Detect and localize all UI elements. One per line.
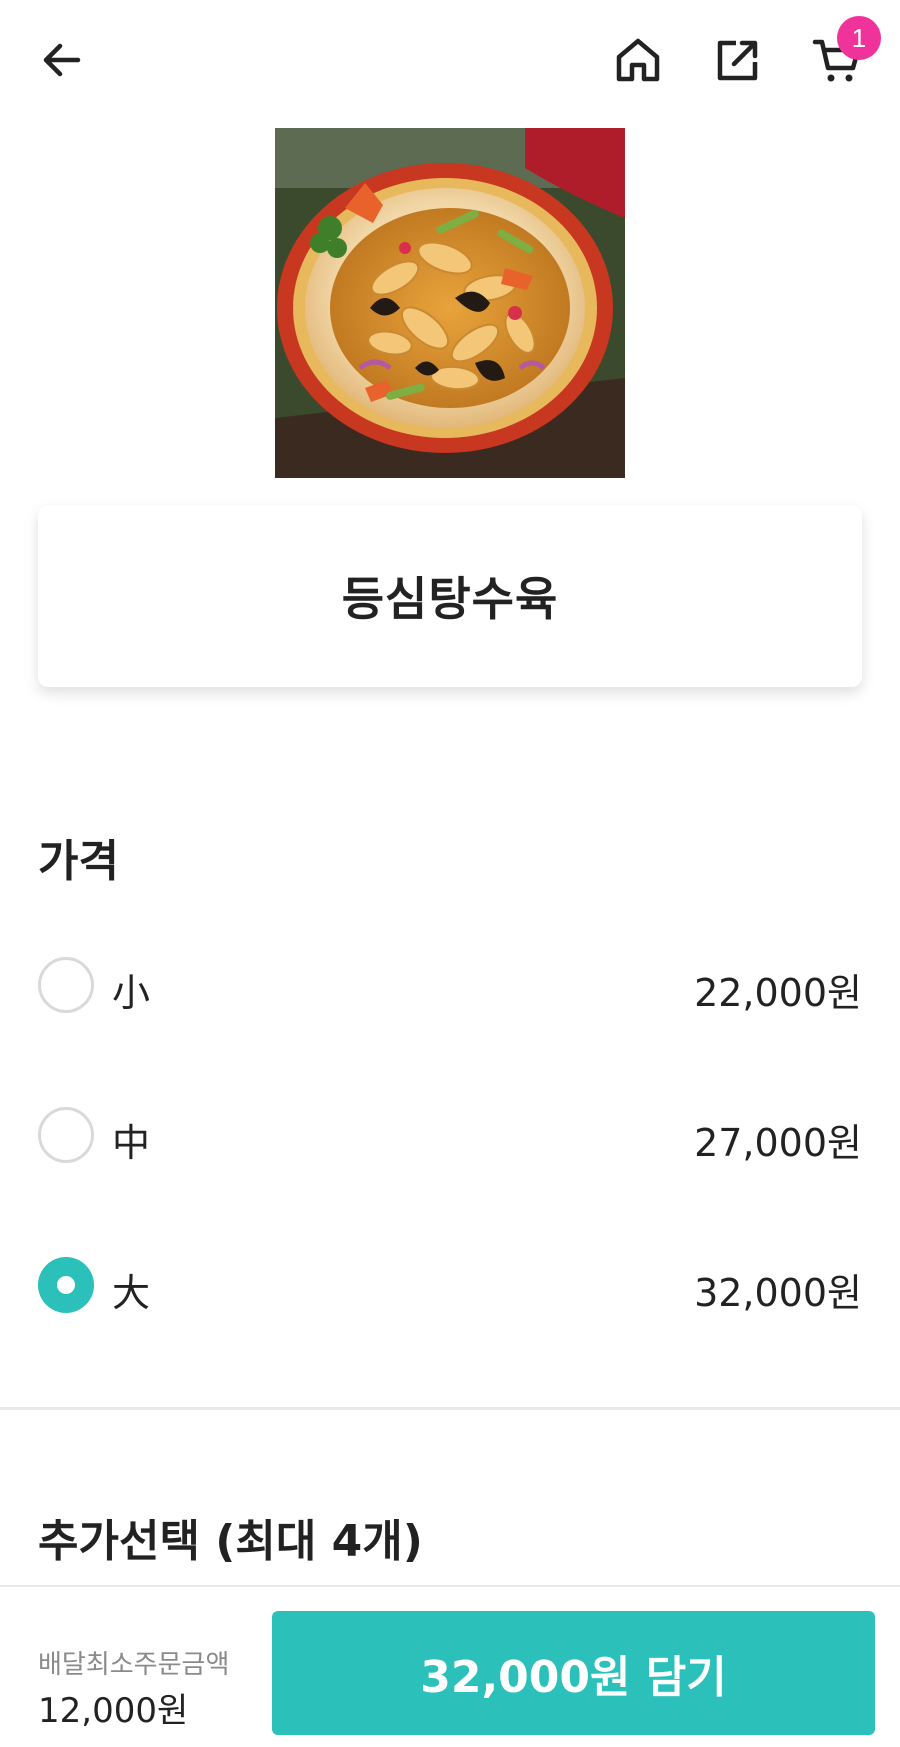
price-option-small[interactable]: 小 22,000원 <box>38 956 862 1018</box>
home-icon <box>616 38 660 82</box>
product-title-card: 등심탕수육 <box>38 505 862 687</box>
option-label: 大 <box>112 1271 151 1315</box>
top-bar: 1 <box>0 0 900 120</box>
food-photo <box>275 128 625 478</box>
back-button[interactable] <box>32 30 92 90</box>
radio-button[interactable] <box>38 1107 94 1163</box>
price-section-title: 가격 <box>38 836 119 887</box>
radio-button-selected[interactable] <box>38 1257 94 1313</box>
min-order-label: 배달최소주문금액 <box>38 1650 230 1680</box>
price-option-medium[interactable]: 中 27,000원 <box>38 1106 862 1168</box>
price-option-large[interactable]: 大 32,000원 <box>38 1256 862 1318</box>
option-price: 22,000원 <box>694 971 862 1015</box>
bottom-order-bar: 배달최소주문금액 12,000원 32,000원 담기 <box>0 1585 900 1747</box>
cart-count-badge: 1 <box>837 16 881 60</box>
radio-button[interactable] <box>38 957 94 1013</box>
home-button[interactable] <box>608 30 668 90</box>
arrow-left-icon <box>43 43 81 77</box>
min-order-value: 12,000원 <box>38 1691 189 1731</box>
share-button[interactable] <box>708 30 768 90</box>
option-label: 小 <box>112 971 151 1015</box>
option-label: 中 <box>112 1121 151 1165</box>
option-price: 27,000원 <box>694 1121 862 1165</box>
share-icon <box>717 40 758 81</box>
section-divider <box>0 1407 900 1410</box>
extra-section-title: 추가선택 (최대 4개) <box>38 1516 423 1567</box>
add-to-cart-button[interactable]: 32,000원 담기 <box>272 1611 875 1735</box>
product-name: 등심탕수육 <box>341 572 559 626</box>
option-price: 32,000원 <box>694 1271 862 1315</box>
